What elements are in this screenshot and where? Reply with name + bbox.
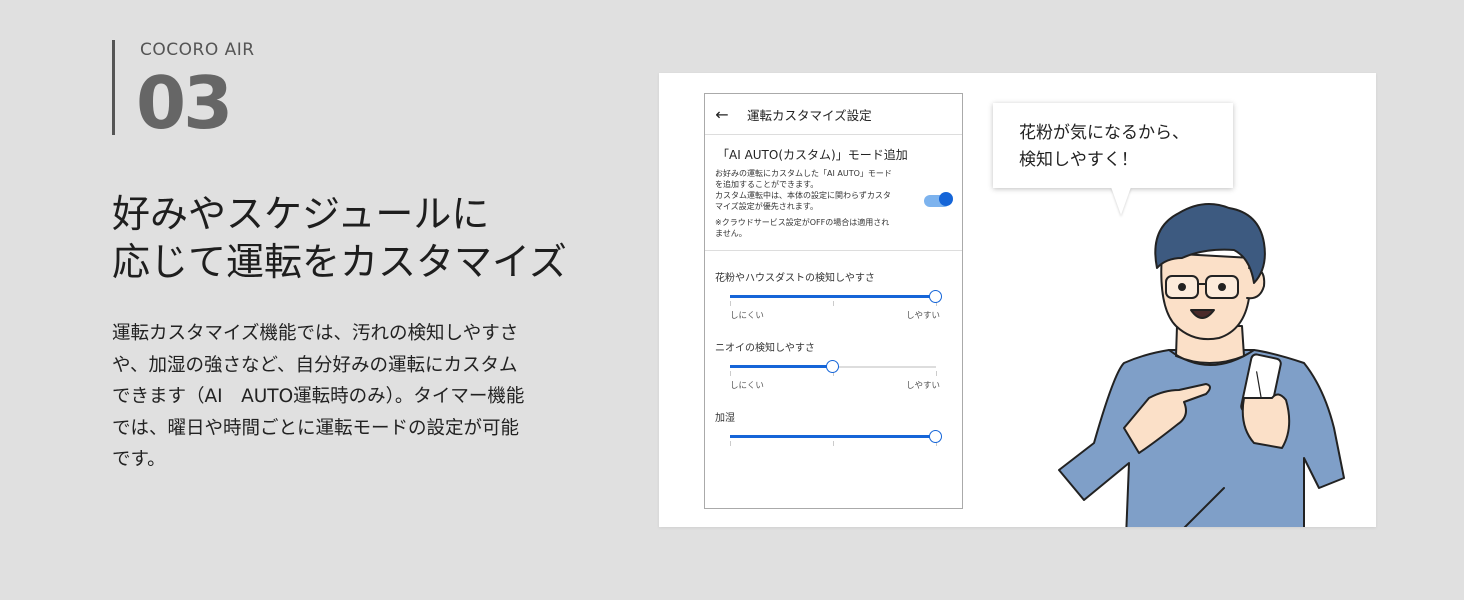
body-line: です。 (112, 449, 166, 470)
slider-tick (730, 441, 731, 446)
body-line: できます（AI AUTO運転時のみ）。タイマー機能 (112, 386, 525, 407)
app-header: ← 運転カスタマイズ設定 (705, 94, 962, 135)
brand-accent-bar (112, 40, 115, 135)
slider-humidify: 加湿 (705, 391, 962, 447)
headline-line-2: 応じて運転をカスタマイズ (112, 240, 567, 284)
body-line: では、曜日や時間ごとに運転モードの設定が可能 (112, 417, 520, 439)
slider-pollen: 花粉やハウスダストの検知しやすさ しにくい しやすい (705, 251, 962, 321)
brand-name: COCORO AIR (140, 40, 255, 60)
slider-label: ニオイの検知しやすさ (715, 343, 815, 354)
custom-mode-toggle[interactable] (924, 192, 953, 207)
speech-line-1: 花粉が気になるから、 (1019, 123, 1189, 143)
custom-mode-description: お好みの運転にカスタムした「AI AUTO」モード を追加することができます。 … (715, 169, 892, 211)
slider-min-label: しにくい (730, 311, 764, 321)
slider-end-labels: しにくい しやすい (730, 379, 940, 391)
body-line: 運転カスタマイズ機能では、汚れの検知しやすさ (112, 323, 519, 344)
slider-label: 加湿 (715, 413, 735, 424)
slider-thumb[interactable] (826, 360, 839, 373)
eye-right (1218, 283, 1226, 291)
slider-end-labels: しにくい しやすい (730, 309, 940, 321)
slider-min-label: しにくい (730, 381, 764, 391)
slider-odor: ニオイの検知しやすさ しにくい しやすい (705, 321, 962, 391)
slider-track[interactable] (730, 287, 942, 307)
eye-left (1178, 283, 1186, 291)
custom-mode-section: 「AI AUTO(カスタム)」モード追加 お好みの運転にカスタムした「AI AU… (705, 135, 962, 251)
headline-line-1: 好みやスケジュールに (112, 192, 490, 236)
headline: 好みやスケジュールに 応じて運転をカスタマイズ (112, 190, 567, 286)
body-line: や、加湿の強さなど、自分好みの運転にカスタム (112, 354, 518, 376)
toggle-knob (939, 192, 953, 206)
feature-number: 03 (136, 61, 233, 145)
slider-track[interactable] (730, 357, 937, 377)
slider-max-label: しやすい (906, 311, 940, 321)
slider-thumb[interactable] (929, 430, 942, 443)
slider-tick (730, 371, 731, 376)
shirt (1058, 349, 1345, 527)
slider-label: 花粉やハウスダストの検知しやすさ (715, 273, 875, 284)
slider-tick (730, 301, 731, 306)
slider-tick (936, 371, 937, 376)
slider-track[interactable] (730, 427, 942, 447)
custom-mode-note: ※クラウドサービス設定がOFFの場合は適用され ません。 (715, 218, 890, 238)
slider-fill (730, 435, 936, 438)
person-illustration (1058, 203, 1345, 527)
slider-fill (730, 295, 936, 298)
app-title: 運転カスタマイズ設定 (747, 107, 872, 123)
illustration-panel: ← 運転カスタマイズ設定 「AI AUTO(カスタム)」モード追加 お好みの運転… (659, 73, 1376, 527)
body-text: 運転カスタマイズ機能では、汚れの検知しやすさ や、加湿の強さなど、自分好みの運転… (112, 318, 572, 476)
app-screen: ← 運転カスタマイズ設定 「AI AUTO(カスタム)」モード追加 お好みの運転… (704, 93, 963, 509)
slider-tick (833, 441, 834, 446)
custom-mode-title: 「AI AUTO(カスタム)」モード追加 (717, 148, 908, 162)
slider-max-label: しやすい (906, 381, 940, 391)
slider-fill (730, 365, 833, 368)
back-arrow-icon[interactable]: ← (705, 105, 739, 124)
slider-tick (833, 301, 834, 306)
slider-thumb[interactable] (929, 290, 942, 303)
